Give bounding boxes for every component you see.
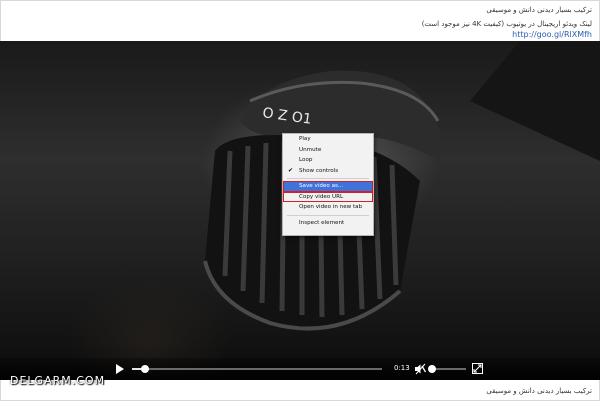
context-menu: Play Unmute Loop ✔ Show controls Save vid… <box>282 133 374 236</box>
volume-knob[interactable] <box>428 365 436 373</box>
volume-slider[interactable] <box>428 365 466 373</box>
menu-item-open-video-new-tab[interactable]: Open video in new tab <box>283 202 373 213</box>
fullscreen-icon[interactable] <box>472 363 483 374</box>
progress-bar[interactable] <box>132 365 382 373</box>
menu-item-inspect-element[interactable]: Inspect element <box>283 218 373 229</box>
menu-separator <box>287 178 369 179</box>
menu-item-show-controls[interactable]: ✔ Show controls <box>283 166 373 177</box>
current-time: 0:13 <box>394 364 410 372</box>
menu-separator <box>287 214 369 216</box>
menu-item-copy-video-url[interactable]: Copy video URL <box>283 191 373 202</box>
checkmark-icon: ✔ <box>288 166 294 174</box>
watermark-text: DELGARM.COM <box>10 374 106 387</box>
progress-knob[interactable] <box>140 365 149 373</box>
menu-item-unmute[interactable]: Unmute <box>283 145 373 156</box>
play-icon[interactable] <box>116 364 124 374</box>
post-caption-top: ترکیب بسیار دیدنی دانش و موسیقی <box>486 6 592 14</box>
post-description: لینک ویدئو اریجینال در یوتیوب (کیفیت 4K … <box>421 20 592 28</box>
post-caption-bottom: ترکیب بسیار دیدنی دانش و موسیقی <box>486 387 592 395</box>
menu-item-save-video-as[interactable]: Save video as... <box>283 181 373 192</box>
menu-item-play[interactable]: Play <box>283 134 373 145</box>
video-link[interactable]: http://goo.gl/RlXMfh <box>512 30 592 39</box>
muted-speaker-icon[interactable] <box>414 363 426 375</box>
menu-item-loop[interactable]: Loop <box>283 155 373 166</box>
